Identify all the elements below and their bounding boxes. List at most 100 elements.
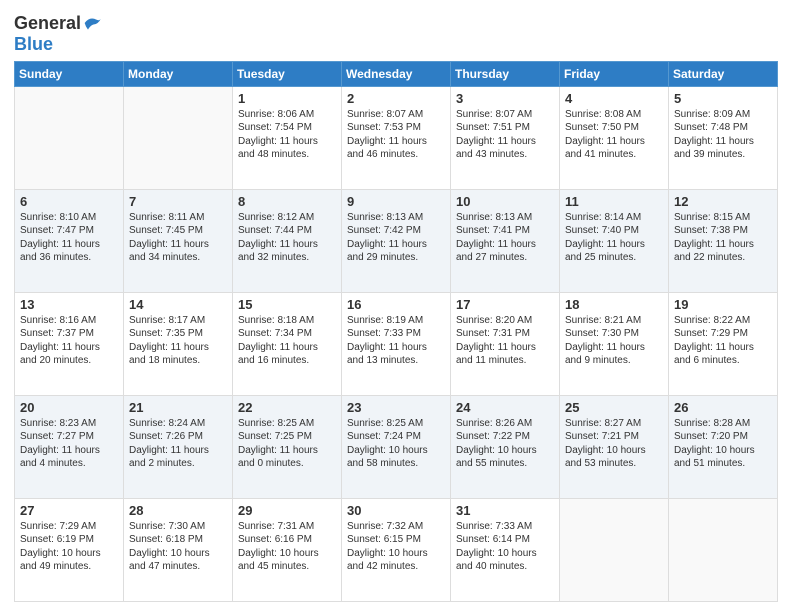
cell-content: Sunrise: 8:28 AM Sunset: 7:20 PM Dayligh… <box>674 417 772 471</box>
calendar-header-cell: Sunday <box>15 61 124 86</box>
calendar-week-row: 20Sunrise: 8:23 AM Sunset: 7:27 PM Dayli… <box>15 395 778 498</box>
calendar-cell: 3 Sunrise: 8:07 AM Sunset: 7:51 PM Daylig… <box>451 86 560 189</box>
logo-bird-icon <box>83 13 103 33</box>
cell-content: Sunrise: 8:07 AM Sunset: 7:51 PM Dayligh… <box>456 108 554 162</box>
calendar-cell: 14 Sunrise: 8:17 AM Sunset: 7:35 PM Dayli… <box>124 292 233 395</box>
calendar-header-cell: Wednesday <box>342 61 451 86</box>
cell-content: Sunrise: 7:30 AM Sunset: 6:18 PM Dayligh… <box>129 520 227 574</box>
day-number: 4 <box>565 91 663 106</box>
day-number: 9 <box>347 194 445 209</box>
calendar-header-cell: Saturday <box>669 61 778 86</box>
cell-content: Sunrise: 8:21 AM Sunset: 7:30 PM Dayligh… <box>565 314 663 368</box>
calendar-header-cell: Tuesday <box>233 61 342 86</box>
day-number: 29 <box>238 503 336 518</box>
cell-content: Sunrise: 7:33 AM Sunset: 6:14 PM Dayligh… <box>456 520 554 574</box>
calendar-cell: 11 Sunrise: 8:14 AM Sunset: 7:40 PM Dayli… <box>560 189 669 292</box>
day-number: 28 <box>129 503 227 518</box>
cell-content: Sunrise: 8:13 AM Sunset: 7:41 PM Dayligh… <box>456 211 554 265</box>
day-number: 13 <box>20 297 118 312</box>
cell-content: Sunrise: 8:14 AM Sunset: 7:40 PM Dayligh… <box>565 211 663 265</box>
calendar-cell: 30Sunrise: 7:32 AM Sunset: 6:15 PM Dayli… <box>342 498 451 601</box>
day-number: 24 <box>456 400 554 415</box>
cell-content: Sunrise: 8:07 AM Sunset: 7:53 PM Dayligh… <box>347 108 445 162</box>
calendar-cell: 17 Sunrise: 8:20 AM Sunset: 7:31 PM Dayli… <box>451 292 560 395</box>
day-number: 16 <box>347 297 445 312</box>
calendar-header-cell: Friday <box>560 61 669 86</box>
calendar-cell: 19 Sunrise: 8:22 AM Sunset: 7:29 PM Dayli… <box>669 292 778 395</box>
calendar-cell: 12 Sunrise: 8:15 AM Sunset: 7:38 PM Dayli… <box>669 189 778 292</box>
calendar-cell: 28 Sunrise: 7:30 AM Sunset: 6:18 PM Dayli… <box>124 498 233 601</box>
calendar-cell: 23Sunrise: 8:25 AM Sunset: 7:24 PM Dayli… <box>342 395 451 498</box>
calendar-week-row: 27Sunrise: 7:29 AM Sunset: 6:19 PM Dayli… <box>15 498 778 601</box>
calendar-cell <box>124 86 233 189</box>
calendar-cell: 6 Sunrise: 8:10 AM Sunset: 7:47 PM Daylig… <box>15 189 124 292</box>
day-number: 5 <box>674 91 772 106</box>
calendar-cell: 26 Sunrise: 8:28 AM Sunset: 7:20 PM Dayli… <box>669 395 778 498</box>
day-number: 11 <box>565 194 663 209</box>
calendar-cell: 10 Sunrise: 8:13 AM Sunset: 7:41 PM Dayli… <box>451 189 560 292</box>
calendar-cell: 18Sunrise: 8:21 AM Sunset: 7:30 PM Dayli… <box>560 292 669 395</box>
calendar-cell: 20Sunrise: 8:23 AM Sunset: 7:27 PM Dayli… <box>15 395 124 498</box>
day-number: 31 <box>456 503 554 518</box>
calendar-cell: 27Sunrise: 7:29 AM Sunset: 6:19 PM Dayli… <box>15 498 124 601</box>
day-number: 17 <box>456 297 554 312</box>
day-number: 8 <box>238 194 336 209</box>
calendar-week-row: 6 Sunrise: 8:10 AM Sunset: 7:47 PM Daylig… <box>15 189 778 292</box>
day-number: 7 <box>129 194 227 209</box>
day-number: 19 <box>674 297 772 312</box>
calendar-cell: 1Sunrise: 8:06 AM Sunset: 7:54 PM Daylig… <box>233 86 342 189</box>
logo-text-general: General <box>14 14 81 34</box>
calendar-cell: 5 Sunrise: 8:09 AM Sunset: 7:48 PM Daylig… <box>669 86 778 189</box>
cell-content: Sunrise: 7:32 AM Sunset: 6:15 PM Dayligh… <box>347 520 445 574</box>
cell-content: Sunrise: 8:26 AM Sunset: 7:22 PM Dayligh… <box>456 417 554 471</box>
day-number: 12 <box>674 194 772 209</box>
cell-content: Sunrise: 8:08 AM Sunset: 7:50 PM Dayligh… <box>565 108 663 162</box>
cell-content: Sunrise: 8:16 AM Sunset: 7:37 PM Dayligh… <box>20 314 118 368</box>
day-number: 15 <box>238 297 336 312</box>
cell-content: Sunrise: 8:20 AM Sunset: 7:31 PM Dayligh… <box>456 314 554 368</box>
cell-content: Sunrise: 8:11 AM Sunset: 7:45 PM Dayligh… <box>129 211 227 265</box>
day-number: 6 <box>20 194 118 209</box>
header: General Blue <box>14 10 778 55</box>
day-number: 2 <box>347 91 445 106</box>
calendar-cell: 29 Sunrise: 7:31 AM Sunset: 6:16 PM Dayli… <box>233 498 342 601</box>
calendar-cell: 9 Sunrise: 8:13 AM Sunset: 7:42 PM Daylig… <box>342 189 451 292</box>
day-number: 25 <box>565 400 663 415</box>
day-number: 14 <box>129 297 227 312</box>
cell-content: Sunrise: 7:31 AM Sunset: 6:16 PM Dayligh… <box>238 520 336 574</box>
calendar-cell: 4 Sunrise: 8:08 AM Sunset: 7:50 PM Daylig… <box>560 86 669 189</box>
cell-content: Sunrise: 8:06 AM Sunset: 7:54 PM Dayligh… <box>238 108 336 162</box>
cell-content: Sunrise: 8:15 AM Sunset: 7:38 PM Dayligh… <box>674 211 772 265</box>
page: General Blue SundayMondayTuesdayWednesda… <box>0 0 792 612</box>
day-number: 23 <box>347 400 445 415</box>
calendar-week-row: 13 Sunrise: 8:16 AM Sunset: 7:37 PM Dayli… <box>15 292 778 395</box>
calendar-cell: 13 Sunrise: 8:16 AM Sunset: 7:37 PM Dayli… <box>15 292 124 395</box>
day-number: 20 <box>20 400 118 415</box>
cell-content: Sunrise: 8:13 AM Sunset: 7:42 PM Dayligh… <box>347 211 445 265</box>
cell-content: Sunrise: 8:10 AM Sunset: 7:47 PM Dayligh… <box>20 211 118 265</box>
calendar-cell: 16 Sunrise: 8:19 AM Sunset: 7:33 PM Dayli… <box>342 292 451 395</box>
calendar-table: SundayMondayTuesdayWednesdayThursdayFrid… <box>14 61 778 602</box>
cell-content: Sunrise: 8:27 AM Sunset: 7:21 PM Dayligh… <box>565 417 663 471</box>
calendar-cell: 15 Sunrise: 8:18 AM Sunset: 7:34 PM Dayli… <box>233 292 342 395</box>
day-number: 10 <box>456 194 554 209</box>
cell-content: Sunrise: 8:17 AM Sunset: 7:35 PM Dayligh… <box>129 314 227 368</box>
day-number: 3 <box>456 91 554 106</box>
cell-content: Sunrise: 8:24 AM Sunset: 7:26 PM Dayligh… <box>129 417 227 471</box>
logo-text-blue: Blue <box>14 35 53 55</box>
cell-content: Sunrise: 8:19 AM Sunset: 7:33 PM Dayligh… <box>347 314 445 368</box>
calendar-cell: 7 Sunrise: 8:11 AM Sunset: 7:45 PM Daylig… <box>124 189 233 292</box>
day-number: 22 <box>238 400 336 415</box>
cell-content: Sunrise: 8:18 AM Sunset: 7:34 PM Dayligh… <box>238 314 336 368</box>
cell-content: Sunrise: 8:22 AM Sunset: 7:29 PM Dayligh… <box>674 314 772 368</box>
cell-content: Sunrise: 8:25 AM Sunset: 7:25 PM Dayligh… <box>238 417 336 471</box>
calendar-cell: 2 Sunrise: 8:07 AM Sunset: 7:53 PM Daylig… <box>342 86 451 189</box>
cell-content: Sunrise: 7:29 AM Sunset: 6:19 PM Dayligh… <box>20 520 118 574</box>
calendar-cell: 24 Sunrise: 8:26 AM Sunset: 7:22 PM Dayli… <box>451 395 560 498</box>
calendar-header-row: SundayMondayTuesdayWednesdayThursdayFrid… <box>15 61 778 86</box>
calendar-header-cell: Thursday <box>451 61 560 86</box>
cell-content: Sunrise: 8:12 AM Sunset: 7:44 PM Dayligh… <box>238 211 336 265</box>
cell-content: Sunrise: 8:09 AM Sunset: 7:48 PM Dayligh… <box>674 108 772 162</box>
calendar-cell: 31 Sunrise: 7:33 AM Sunset: 6:14 PM Dayli… <box>451 498 560 601</box>
day-number: 26 <box>674 400 772 415</box>
